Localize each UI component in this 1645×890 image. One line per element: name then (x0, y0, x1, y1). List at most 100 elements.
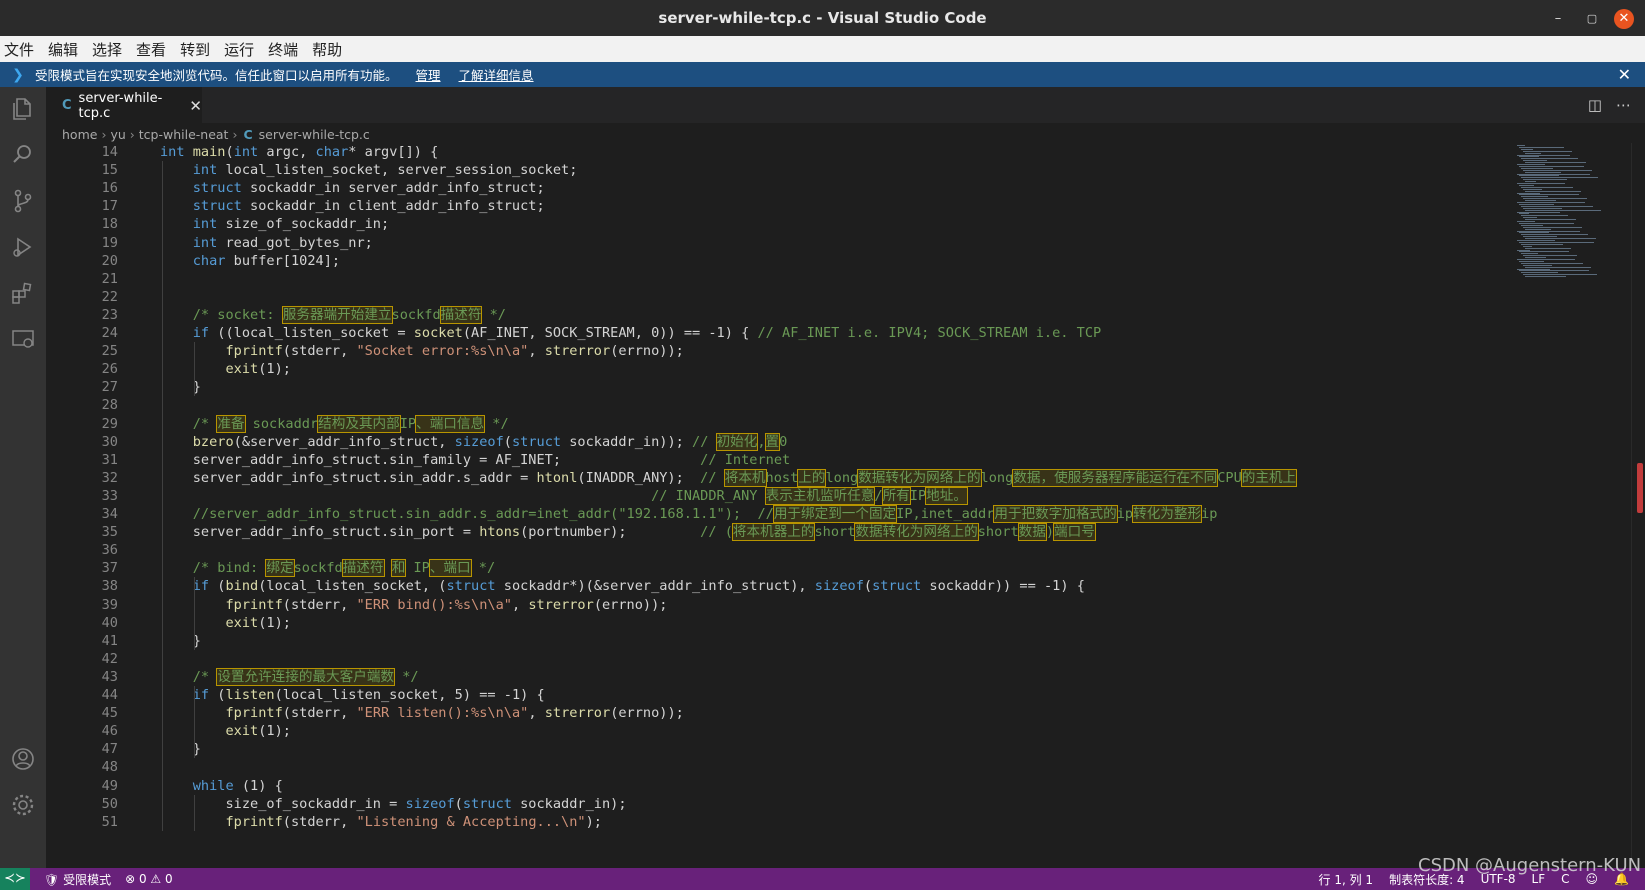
code-line[interactable]: 33 // INADDR_ANY 表示主机监听任意/所有IP地址。 (46, 486, 1511, 506)
code-line[interactable]: 41 } (46, 632, 1511, 651)
menu-run[interactable]: 运行 (224, 39, 254, 60)
line-code: bzero(&server_addr_info_struct, sizeof(s… (192, 432, 788, 451)
explorer-icon[interactable] (9, 95, 37, 123)
menu-file[interactable]: 文件 (4, 39, 34, 60)
maximize-button[interactable]: ▢ (1582, 9, 1602, 29)
code-line[interactable]: 32 server_addr_info_struct.sin_addr.s_ad… (46, 468, 1511, 488)
code-line[interactable]: 20 char buffer[1024]; (46, 252, 1511, 271)
source-control-icon[interactable] (9, 187, 37, 215)
code-line[interactable]: 25 fprintf(stderr, "Socket error:%s\n\a"… (46, 342, 1511, 361)
code-line[interactable]: 27 } (46, 378, 1511, 397)
code-line[interactable]: 28 (46, 396, 1511, 415)
breadcrumb-folder[interactable]: tcp-while-neat (139, 127, 229, 142)
code-line[interactable]: 22 (46, 288, 1511, 307)
code-line[interactable]: 40 exit(1); (46, 614, 1511, 633)
code-line[interactable]: 29 /* 准备 sockaddr结构及其内部IP、端口信息 */ (46, 414, 1511, 434)
code-line[interactable]: 46 exit(1); (46, 722, 1511, 741)
tab-server-while-tcp[interactable]: C server-while-tcp.c ✕ (46, 87, 202, 123)
code-line[interactable]: 48 (46, 758, 1511, 777)
menu-selection[interactable]: 选择 (92, 39, 122, 60)
line-number: 51 (101, 813, 118, 830)
code-line[interactable]: 51 fprintf(stderr, "Listening & Acceptin… (46, 813, 1511, 832)
code-line[interactable]: 23 /* socket: 服务器端开始建立sockfd描述符 */ (46, 305, 1511, 325)
more-actions-icon[interactable]: ⋯ (1616, 96, 1631, 114)
breadcrumb-file[interactable]: server-while-tcp.c (259, 127, 370, 142)
minimap-line (1519, 194, 1579, 196)
indent-guide (194, 342, 195, 397)
banner-close-icon[interactable]: ✕ (1618, 65, 1631, 84)
remote-indicator-icon[interactable]: ≺≻ (0, 868, 30, 890)
minimap-line (1521, 186, 1573, 188)
code-line[interactable]: 45 fprintf(stderr, "ERR listen():%s\n\a"… (46, 704, 1511, 723)
menu-edit[interactable]: 编辑 (48, 39, 78, 60)
code-line[interactable]: 14 int main(int argc, char* argv[]) { (46, 143, 1511, 162)
code-line[interactable]: 24 if ((local_listen_socket = socket(AF_… (46, 324, 1511, 343)
close-window-button[interactable]: ✕ (1614, 9, 1634, 29)
code-line[interactable]: 50 size_of_sockaddr_in = sizeof(struct s… (46, 795, 1511, 814)
remote-explorer-icon[interactable] (9, 325, 37, 353)
line-number: 40 (101, 614, 118, 631)
line-code: exit(1); (225, 614, 291, 631)
search-icon[interactable] (9, 141, 37, 169)
menu-view[interactable]: 查看 (136, 39, 166, 60)
split-editor-icon[interactable]: ◫ (1588, 96, 1602, 114)
vertical-scrollbar[interactable] (1631, 143, 1645, 868)
indent-guide (194, 577, 195, 650)
code-line[interactable]: 21 (46, 270, 1511, 289)
code-line[interactable]: 16 struct sockaddr_in server_addr_info_s… (46, 179, 1511, 198)
code-editor[interactable]: 14 int main(int argc, char* argv[]) {15 i… (46, 143, 1511, 868)
code-line[interactable]: 36 (46, 541, 1511, 560)
minimap-line (1521, 167, 1553, 169)
line-number: 35 (101, 524, 118, 541)
line-number: 36 (101, 542, 118, 559)
banner-learn-more-link[interactable]: 了解详细信息 (459, 65, 534, 84)
code-line[interactable]: 34 //server_addr_info_struct.sin_addr.s_… (46, 505, 1511, 524)
line-number: 22 (101, 288, 118, 305)
code-line[interactable]: 31 server_addr_info_struct.sin_family = … (46, 451, 1511, 470)
code-line[interactable]: 15 int local_listen_socket, server_sessi… (46, 161, 1511, 180)
code-line[interactable]: 47 } (46, 740, 1511, 759)
tab-close-icon[interactable]: ✕ (189, 97, 202, 115)
code-line[interactable]: 49 while (1) { (46, 777, 1511, 796)
restricted-mode-indicator[interactable]: 🛡 受限模式 (44, 871, 111, 888)
line-code: char buffer[1024]; (192, 252, 341, 269)
code-line[interactable]: 35 server_addr_info_struct.sin_port = ht… (46, 523, 1511, 542)
line-code: int main(int argc, char* argv[]) { (160, 144, 439, 160)
extensions-icon[interactable] (9, 279, 37, 307)
menu-go[interactable]: 转到 (180, 39, 210, 60)
chevron-right-icon: › (232, 126, 238, 142)
code-line[interactable]: 43 /* 设置允许连接的最大客户端数 */ (46, 667, 1511, 687)
minimap-line (1521, 205, 1593, 207)
code-line[interactable]: 17 struct sockaddr_in client_addr_info_s… (46, 197, 1511, 216)
banner-manage-link[interactable]: 管理 (416, 65, 441, 84)
problems-indicator[interactable]: ⊗ 0 ⚠ 0 (125, 872, 173, 886)
minimap-line (1523, 264, 1552, 266)
breadcrumb-yu[interactable]: yu (110, 127, 125, 142)
minimap-line (1517, 202, 1585, 203)
cursor-position[interactable]: 行 1, 列 1 (1319, 871, 1374, 888)
code-line[interactable]: 42 (46, 650, 1511, 669)
account-icon[interactable] (9, 745, 37, 773)
line-code: int size_of_sockaddr_in; (192, 216, 390, 233)
minimap-line (1517, 249, 1530, 251)
scrollbar-thumb[interactable] (1637, 463, 1643, 513)
code-line[interactable]: 26 exit(1); (46, 360, 1511, 379)
code-line[interactable]: 39 fprintf(stderr, "ERR bind():%s\n\a", … (46, 596, 1511, 615)
restricted-mode-label: 受限模式 (63, 872, 112, 887)
code-line[interactable]: 19 int read_got_bytes_nr; (46, 234, 1511, 253)
code-line[interactable]: 44 if (listen(local_listen_socket, 5) ==… (46, 686, 1511, 705)
line-code: struct sockaddr_in client_addr_info_stru… (192, 198, 545, 215)
minimap[interactable] (1511, 143, 1631, 868)
code-line[interactable]: 38 if (bind(local_listen_socket, (struct… (46, 577, 1511, 596)
indent-guide (194, 794, 195, 831)
minimize-button[interactable]: – (1548, 9, 1568, 29)
code-line[interactable]: 18 int size_of_sockaddr_in; (46, 215, 1511, 234)
breadcrumb-home[interactable]: home (62, 127, 97, 142)
settings-gear-icon[interactable] (9, 791, 37, 819)
menu-terminal[interactable]: 终端 (268, 39, 298, 60)
code-line[interactable]: 37 /* bind: 绑定sockfd描述符 和 IP、端口 */ (46, 559, 1511, 578)
code-line[interactable]: 30 bzero(&server_addr_info_struct, sizeo… (46, 432, 1511, 452)
menu-help[interactable]: 帮助 (312, 39, 342, 60)
minimap-line (1525, 276, 1566, 278)
run-debug-icon[interactable] (9, 233, 37, 261)
